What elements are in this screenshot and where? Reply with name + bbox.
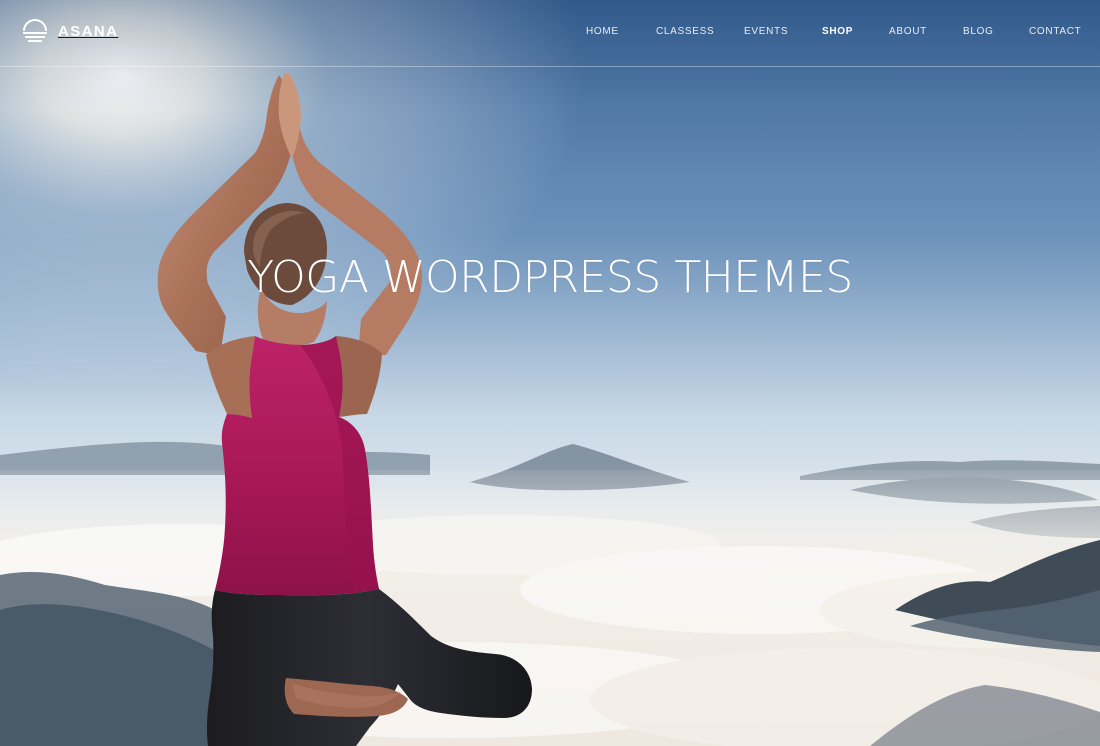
yoga-hero-background-image: [0, 0, 1100, 746]
nav-item-shop[interactable]: SHOP: [822, 26, 853, 38]
nav-item-classess[interactable]: CLASSESS: [656, 26, 714, 38]
nav-item-home[interactable]: HOME: [586, 26, 619, 38]
site-header: ASANA HOME CLASSESS EVENTS SHOP ABOUT BL…: [0, 0, 1100, 67]
nav-item-blog[interactable]: BLOG: [963, 26, 994, 38]
nav-item-about[interactable]: ABOUT: [889, 26, 927, 38]
asana-hero-page: ASANA HOME CLASSESS EVENTS SHOP ABOUT BL…: [0, 0, 1100, 746]
main-navigation: HOME CLASSESS EVENTS SHOP ABOUT BLOG CON…: [0, 26, 1100, 40]
hero-title: YOGA WORDPRESS THEMES: [247, 252, 853, 304]
nav-item-contact[interactable]: CONTACT: [1029, 26, 1082, 38]
nav-item-events[interactable]: EVENTS: [744, 26, 788, 38]
